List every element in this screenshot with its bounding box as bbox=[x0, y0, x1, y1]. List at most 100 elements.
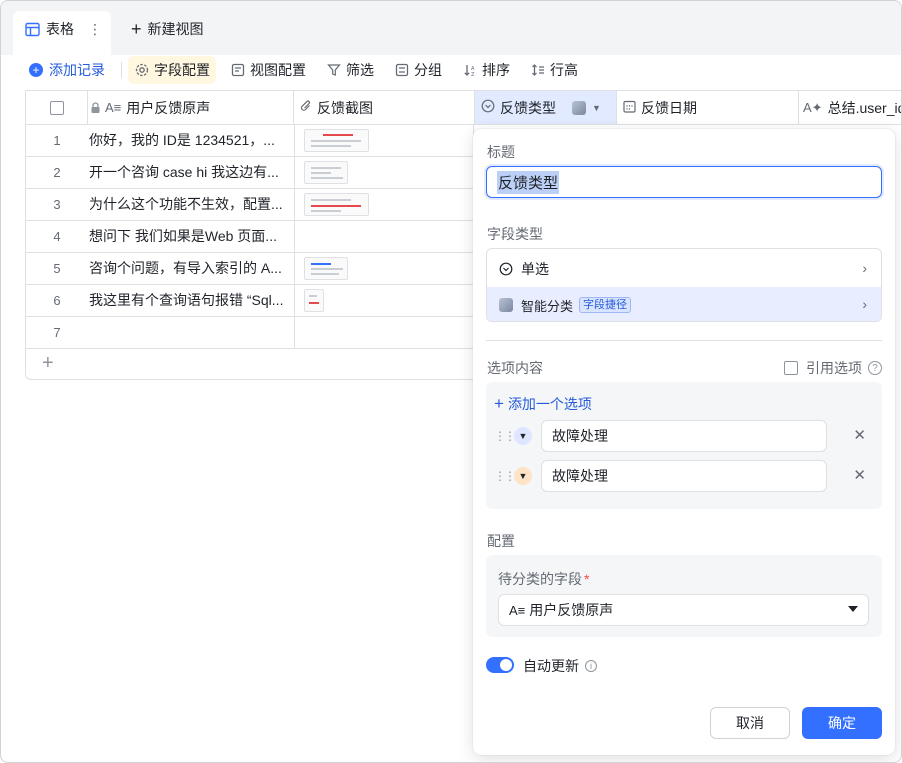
row-text[interactable]: 想问下 我们如果是Web 页面... bbox=[89, 221, 294, 252]
title-label: 标题 bbox=[487, 144, 515, 160]
screenshot-thumbnail[interactable] bbox=[304, 161, 348, 184]
ai-text-icon: A✦ bbox=[803, 99, 823, 115]
field-type-single-label: 单选 bbox=[521, 261, 549, 277]
text-icon: A≡ bbox=[105, 100, 122, 115]
more-icon[interactable]: ⋮ bbox=[88, 21, 102, 38]
sort-button[interactable]: AZ 排序 bbox=[456, 56, 516, 84]
title-input[interactable]: 反馈类型 bbox=[486, 166, 882, 198]
option-item: ⋮⋮ ▼ 故障处理 ✕ bbox=[494, 460, 874, 492]
plus-icon: + bbox=[494, 394, 504, 413]
screenshot-thumbnail[interactable] bbox=[304, 289, 324, 312]
add-record-button[interactable]: + 添加记录 bbox=[29, 56, 111, 84]
help-icon[interactable]: ? bbox=[868, 361, 882, 375]
auto-update-label: 自动更新 i bbox=[523, 656, 597, 676]
column-header-feedback-date[interactable]: 反馈日期 bbox=[617, 91, 799, 124]
add-record-label: 添加记录 bbox=[49, 62, 105, 78]
screenshot-cell[interactable] bbox=[294, 125, 474, 156]
row-height-icon bbox=[530, 62, 546, 78]
screenshot-cell[interactable] bbox=[294, 189, 474, 220]
field-type-smart-classify[interactable]: 智能分类 字段捷径 › bbox=[487, 287, 881, 321]
row-number: 7 bbox=[53, 325, 61, 340]
toolbar-divider bbox=[121, 62, 122, 78]
chevron-right-icon: › bbox=[862, 296, 867, 312]
add-option-label: 添加一个选项 bbox=[507, 396, 592, 412]
row-number: 1 bbox=[53, 133, 61, 148]
source-field-label: 待分类的字段 * bbox=[498, 569, 589, 589]
screenshot-thumbnail[interactable] bbox=[304, 129, 369, 152]
add-row-button[interactable]: + bbox=[25, 349, 475, 380]
table-row[interactable]: 7 bbox=[25, 317, 475, 349]
source-field-select[interactable]: A≡ 用户反馈原声 bbox=[498, 594, 869, 626]
auto-update-toggle[interactable] bbox=[486, 657, 514, 673]
column-header-screenshot[interactable]: 反馈截图 bbox=[294, 91, 475, 124]
tab-table-label: 表格 bbox=[46, 21, 74, 37]
screenshot-cell[interactable] bbox=[294, 285, 474, 316]
text-icon: A≡ bbox=[509, 602, 526, 618]
field-config-button[interactable]: 字段配置 bbox=[128, 56, 216, 84]
new-view-button[interactable]: + 新建视图 bbox=[131, 11, 204, 47]
group-label: 分组 bbox=[414, 62, 442, 78]
info-icon[interactable]: i bbox=[585, 660, 597, 672]
config-label: 配置 bbox=[487, 533, 515, 549]
field-config-panel: 标题 反馈类型 字段类型 单选 › 智能分类 字段捷径 › 选项内容 引用选项 … bbox=[473, 129, 895, 755]
table-row[interactable]: 4 想问下 我们如果是Web 页面... bbox=[25, 221, 475, 253]
field-type-single-select[interactable]: 单选 › bbox=[487, 251, 881, 287]
column-header-feedback-type[interactable]: 反馈类型 ▼ bbox=[475, 91, 617, 124]
drag-handle-icon[interactable]: ⋮⋮ bbox=[494, 469, 516, 483]
row-text[interactable]: 我这里有个查询语句报错 “Sql... bbox=[89, 285, 294, 316]
option-color-icon[interactable]: ▼ bbox=[514, 427, 532, 445]
column-header-summary-user-id[interactable]: A✦ 总结.user_id bbox=[799, 91, 901, 124]
options-label: 选项内容 bbox=[487, 360, 543, 376]
field-type-selector: 单选 › 智能分类 字段捷径 › bbox=[486, 248, 882, 322]
option-color-icon[interactable]: ▼ bbox=[514, 467, 532, 485]
cancel-button[interactable]: 取消 bbox=[710, 707, 790, 739]
row-number: 5 bbox=[53, 261, 61, 276]
close-icon[interactable]: ✕ bbox=[853, 426, 866, 444]
tab-table[interactable]: 表格 ⋮ bbox=[13, 11, 111, 55]
row-text[interactable] bbox=[89, 317, 294, 348]
option-input[interactable]: 故障处理 bbox=[541, 420, 827, 452]
screenshot-thumbnail[interactable] bbox=[304, 257, 348, 280]
screenshot-thumbnail[interactable] bbox=[304, 193, 369, 216]
required-mark: * bbox=[584, 571, 590, 587]
row-text[interactable]: 开一个咨询 case hi 我这边有... bbox=[89, 157, 294, 188]
select-all-checkbox[interactable] bbox=[49, 100, 64, 115]
column-label: 反馈截图 bbox=[317, 99, 373, 116]
table-row[interactable]: 2 开一个咨询 case hi 我这边有... bbox=[25, 157, 475, 189]
row-text[interactable]: 咨询个问题，有导入索引的 A... bbox=[89, 253, 294, 284]
table-row[interactable]: 5 咨询个问题，有导入索引的 A... bbox=[25, 253, 475, 285]
screenshot-cell[interactable] bbox=[294, 317, 474, 348]
screenshot-cell[interactable] bbox=[294, 253, 474, 284]
ref-options-checkbox[interactable] bbox=[784, 361, 798, 375]
confirm-button[interactable]: 确定 bbox=[802, 707, 882, 739]
table-row[interactable]: 3 为什么这个功能不生效，配置... bbox=[25, 189, 475, 221]
table-row[interactable]: 6 我这里有个查询语句报错 “Sql... bbox=[25, 285, 475, 317]
drag-handle-icon[interactable]: ⋮⋮ bbox=[494, 429, 516, 443]
view-tabs: 表格 ⋮ + 新建视图 bbox=[1, 1, 901, 55]
toolbar: + 添加记录 字段配置 视图配置 筛选 分组 A Z 排序 行高 bbox=[1, 55, 901, 85]
caret-down-icon[interactable]: ▼ bbox=[592, 103, 601, 113]
grid-header-row: A≡ 用户反馈原声 反馈截图 反馈类型 ▼ 反馈日期 A✦ 总结.user_id bbox=[25, 90, 901, 125]
sort-icon: AZ bbox=[462, 62, 478, 78]
screenshot-cell[interactable] bbox=[294, 157, 474, 188]
filter-button[interactable]: 筛选 bbox=[320, 56, 380, 84]
add-option-button[interactable]: + 添加一个选项 bbox=[494, 394, 592, 414]
row-number: 2 bbox=[53, 165, 61, 180]
date-icon bbox=[623, 100, 636, 116]
option-input[interactable]: 故障处理 bbox=[541, 460, 827, 492]
select-all-cell[interactable] bbox=[26, 91, 88, 124]
ref-options-toggle[interactable]: 引用选项 ? bbox=[784, 358, 882, 378]
single-select-icon bbox=[499, 262, 513, 276]
plus-icon: + bbox=[42, 352, 54, 374]
screenshot-cell[interactable] bbox=[294, 221, 474, 252]
row-text[interactable]: 为什么这个功能不生效，配置... bbox=[89, 189, 294, 220]
auto-update-text: 自动更新 bbox=[523, 658, 579, 674]
row-text[interactable]: 你好，我的 ID是 1234521，... bbox=[89, 125, 294, 156]
column-header-feedback-text[interactable]: A≡ 用户反馈原声 bbox=[88, 91, 294, 124]
view-config-button[interactable]: 视图配置 bbox=[224, 56, 312, 84]
options-list: + 添加一个选项 ⋮⋮ ▼ 故障处理 ✕ ⋮⋮ ▼ 故障处理 ✕ bbox=[486, 382, 882, 509]
group-button[interactable]: 分组 bbox=[388, 56, 448, 84]
table-row[interactable]: 1 你好，我的 ID是 1234521，... bbox=[25, 125, 475, 157]
row-height-button[interactable]: 行高 bbox=[524, 56, 584, 84]
close-icon[interactable]: ✕ bbox=[853, 466, 866, 484]
